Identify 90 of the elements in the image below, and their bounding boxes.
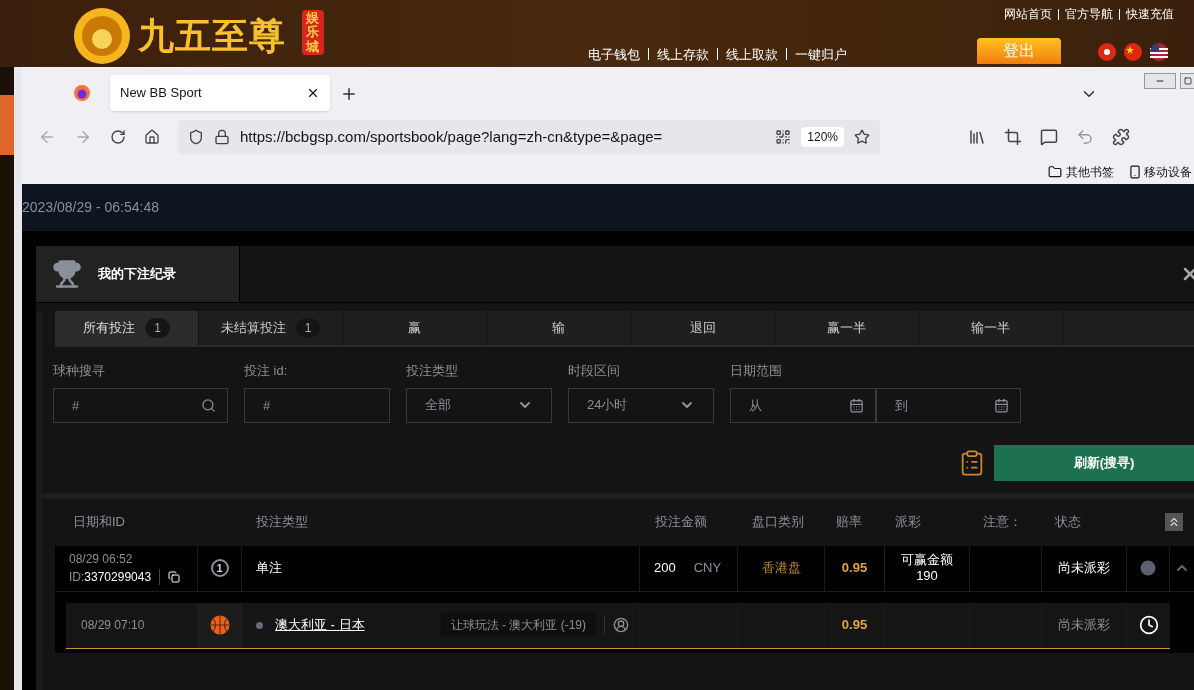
folder-icon xyxy=(1048,164,1062,179)
crop-icon[interactable] xyxy=(1004,128,1022,146)
browser-logo-icon[interactable] xyxy=(74,85,90,101)
library-icon[interactable] xyxy=(968,128,986,146)
top-link[interactable]: 网站首页 xyxy=(1004,5,1052,23)
url-text: https://bcbgsp.com/sportsbook/page?lang=zh-cn&type=&page= xyxy=(240,126,664,147)
flag-icon[interactable] xyxy=(1150,43,1168,61)
nav-link[interactable]: 电子钱包 xyxy=(588,44,640,64)
market-type: 香港盘 xyxy=(761,559,801,578)
bookmark-item[interactable]: 移动设备 xyxy=(1144,162,1192,181)
filter-tab[interactable]: 赢一半 xyxy=(775,311,919,345)
qr-code-icon[interactable] xyxy=(775,129,792,145)
logo-badge: 娱乐城 xyxy=(301,10,324,55)
browser-tab[interactable]: New BB Sport xyxy=(110,75,330,111)
logo-text: 九五至尊 xyxy=(138,18,286,54)
lock-icon[interactable] xyxy=(214,129,230,145)
column-header: 投注类型 xyxy=(255,513,309,532)
bet-type: 单注 xyxy=(256,559,282,578)
phone-icon xyxy=(1128,164,1142,179)
reload-icon[interactable] xyxy=(110,129,126,145)
bet-option: 让球玩法 - 澳大利亚 (-19) xyxy=(440,613,596,637)
filter-tab[interactable]: 赢 xyxy=(343,311,487,345)
filter-tab[interactable]: 退回 xyxy=(631,311,775,345)
payout-label: 可赢金额 xyxy=(901,552,953,568)
input-field[interactable]: # xyxy=(244,387,390,423)
bet-status: 尚未派彩 xyxy=(1058,559,1110,578)
match-link[interactable]: 澳大利亚 - 日本 xyxy=(275,615,365,635)
search-field[interactable]: # xyxy=(53,387,228,423)
column-header: 盘口类别 xyxy=(751,513,805,532)
leg-date: 08/29 07:10 xyxy=(81,617,145,634)
select-field[interactable]: 全部 xyxy=(406,387,552,423)
home-icon[interactable] xyxy=(144,129,160,145)
date-field[interactable]: 从 xyxy=(730,387,876,423)
calendar-icon xyxy=(848,397,864,413)
filter-tab[interactable]: 所有投注 1 xyxy=(55,311,199,345)
bet-id: 3370299043 xyxy=(84,569,152,586)
count-badge: 1 xyxy=(295,318,321,338)
bet-date: 08/29 06:52 xyxy=(69,551,133,568)
column-header: 投注金额 xyxy=(654,513,708,532)
payout-amount: 190 xyxy=(916,568,938,584)
maximize-icon[interactable] xyxy=(1183,77,1192,85)
odds: 0.95 xyxy=(841,616,868,635)
bet-id-label: ID: xyxy=(69,569,85,586)
refresh-button[interactable]: 刷新(搜寻) xyxy=(994,444,1194,481)
filter-label: 球种搜寻 xyxy=(53,362,106,380)
chat-icon[interactable] xyxy=(1040,128,1058,146)
bet-amount: 200 xyxy=(654,559,676,578)
puzzle-icon[interactable] xyxy=(1112,128,1130,146)
calendar-icon xyxy=(994,397,1009,413)
date-field[interactable]: 到 xyxy=(875,387,1021,423)
column-header: 状态 xyxy=(1054,513,1082,532)
leg-status: 尚未派彩 xyxy=(1058,616,1110,635)
count-badge: 1 xyxy=(145,318,170,338)
new-tab-icon[interactable] xyxy=(340,85,358,103)
panel-title: 我的下注纪录 xyxy=(98,265,176,284)
flag-icon[interactable] xyxy=(1098,43,1116,61)
bet-number: 1 xyxy=(210,559,229,577)
address-bar[interactable]: https://bcbgsp.com/sportsbook/page?lang=zh-cn&type=&page= 120% xyxy=(178,120,880,154)
star-icon[interactable] xyxy=(854,129,870,145)
top-link[interactable]: 官方导航 xyxy=(1065,5,1113,23)
filter-label: 时段区间 xyxy=(568,362,621,380)
filter-tab[interactable]: 输 xyxy=(487,311,631,345)
bookmark-item[interactable]: 其他书签 xyxy=(1066,162,1114,181)
filter-tab[interactable]: 未结算投注 1 xyxy=(199,311,343,345)
copy-icon[interactable] xyxy=(168,571,181,583)
nav-link[interactable]: 线上存款 xyxy=(657,44,709,64)
currency: CNY xyxy=(693,559,722,578)
select-field[interactable]: 24小时 xyxy=(568,387,714,423)
nav-link[interactable]: 一键归户 xyxy=(795,44,847,64)
search-icon xyxy=(201,397,216,413)
column-header: 日期和ID xyxy=(72,513,126,532)
basketball-icon xyxy=(209,615,230,635)
trophy-icon xyxy=(52,259,82,289)
filter-label: 投注类型 xyxy=(406,362,459,380)
odds: 0.95 xyxy=(841,559,868,578)
filter-tab[interactable]: 输一半 xyxy=(919,311,1063,345)
zoom-level[interactable]: 120% xyxy=(801,127,844,147)
top-link[interactable]: 快速充值 xyxy=(1126,5,1174,23)
close-icon[interactable] xyxy=(306,86,320,100)
column-header: 注意： xyxy=(982,513,1023,532)
filter-label: 投注 id: xyxy=(244,362,289,380)
column-header: 派彩 xyxy=(894,513,922,532)
flag-icon[interactable] xyxy=(1124,43,1142,61)
filter-label: 日期范围 xyxy=(730,362,783,380)
shield-icon[interactable] xyxy=(188,129,204,145)
date-time: 2023/08/29 - 06:54:48 xyxy=(22,198,159,217)
collapse-all-icon[interactable] xyxy=(1167,515,1181,529)
nav-link[interactable]: 线上取款 xyxy=(726,44,778,64)
person-icon[interactable] xyxy=(613,617,629,633)
column-header: 赔率 xyxy=(835,513,863,532)
